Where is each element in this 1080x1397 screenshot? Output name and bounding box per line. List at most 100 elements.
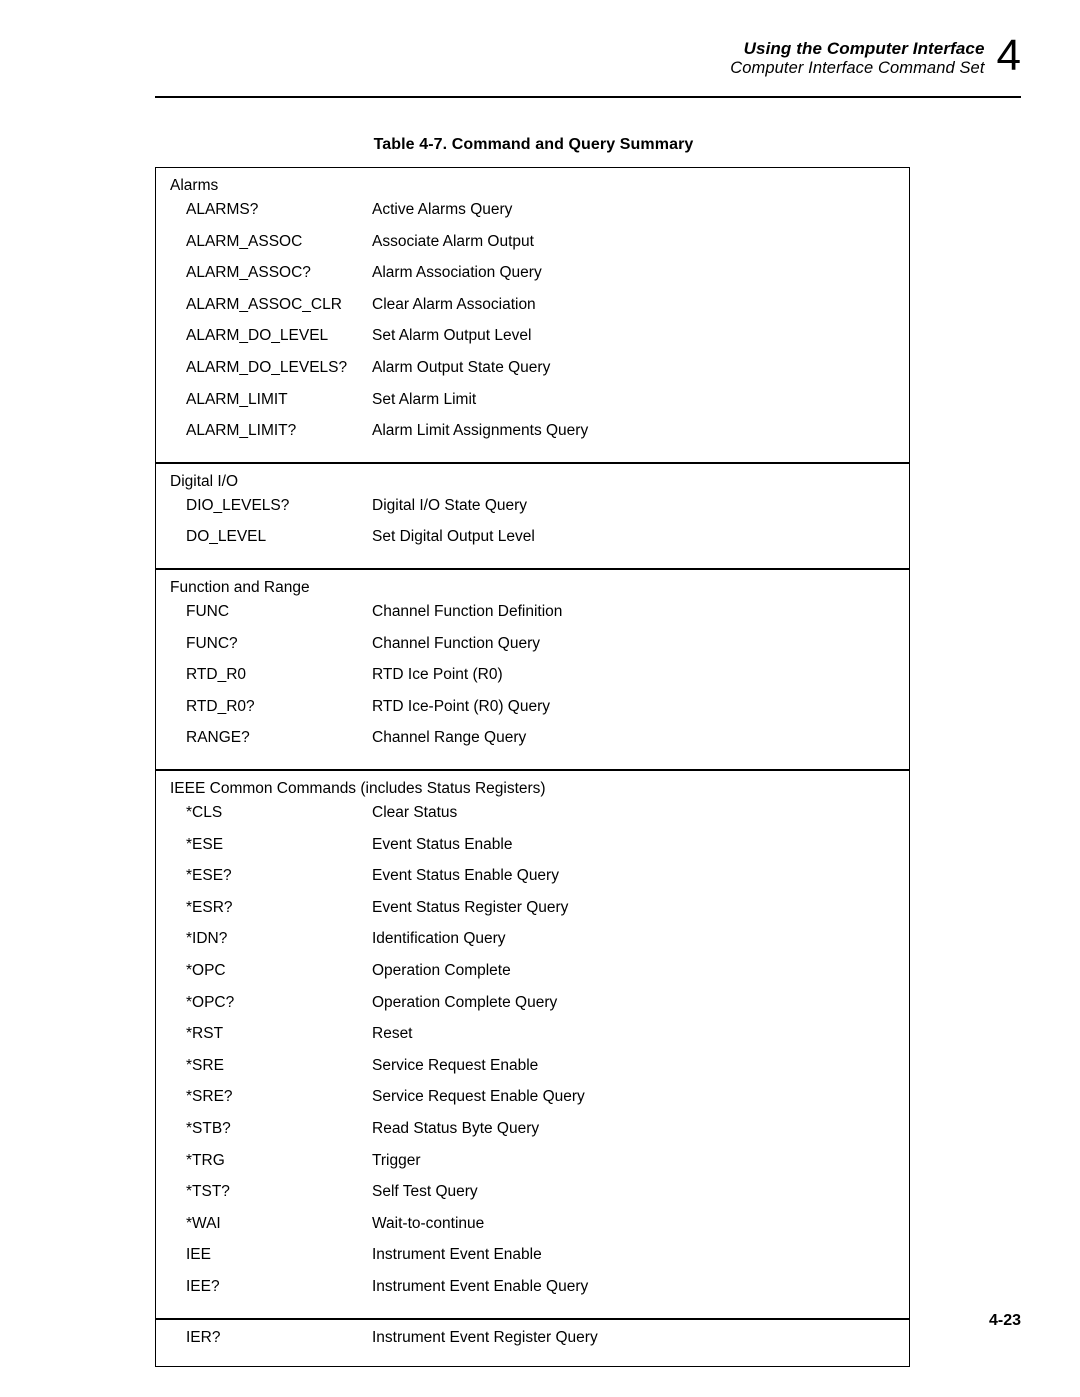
command-name: *OPC [186, 962, 226, 980]
command-description: Operation Complete [372, 962, 511, 980]
command-description: RTD Ice-Point (R0) Query [372, 697, 551, 715]
command-description: Trigger [372, 1151, 421, 1169]
command-description: RTD Ice Point (R0) [372, 666, 503, 684]
command-description: Clear Status [372, 804, 458, 822]
table-row: IEE Instrument Event Enable [156, 1246, 909, 1278]
command-name: *SRE [186, 1056, 224, 1074]
section-rows: *CLS Clear Status *ESE Event Status Enable *… [156, 804, 909, 1318]
command-description: Instrument Event Register Query [372, 1328, 598, 1346]
command-name: ALARM_DO_LEVEL [186, 327, 329, 345]
command-name: RANGE? [186, 729, 250, 747]
command-name: RTD_R0 [186, 666, 247, 684]
command-name: ALARMS? [186, 201, 259, 219]
command-description: Set Digital Output Level [372, 528, 535, 546]
command-name: *ESE [186, 835, 224, 853]
table-row: *OPC? Operation Complete Query [156, 994, 909, 1026]
command-description: Identification Query [372, 930, 506, 948]
command-name: *RST [186, 1025, 224, 1043]
table-row: DIO_LEVELS? Digital I/O State Query [156, 497, 909, 529]
table-section: IEEE Common Commands (includes Status Re… [156, 771, 909, 1320]
command-name: DIO_LEVELS? [186, 496, 290, 514]
command-description: Wait-to-continue [372, 1214, 485, 1232]
command-name: *IDN? [186, 930, 228, 948]
command-query-summary-table: Alarms ALARMS? Active Alarms Query ALARM_AS… [155, 167, 910, 1368]
table-row: *CLS Clear Status [156, 804, 909, 836]
section-rows: DIO_LEVELS? Digital I/O State Query DO_LEV… [156, 497, 909, 568]
command-description: Associate Alarm Output [372, 232, 534, 250]
command-description: Set Alarm Output Level [372, 327, 532, 345]
table-section: Digital I/O DIO_LEVELS? Digital I/O State … [156, 464, 909, 571]
command-description: Event Status Enable Query [372, 867, 559, 885]
table-row: *STB? Read Status Byte Query [156, 1120, 909, 1152]
table-row: *TRG Trigger [156, 1152, 909, 1184]
table-row: *SRE? Service Request Enable Query [156, 1088, 909, 1120]
table-row: *ESR? Event Status Register Query [156, 899, 909, 931]
command-name: *CLS [186, 804, 223, 822]
command-name: ALARM_LIMIT [186, 390, 288, 408]
command-name: *TST? [186, 1183, 230, 1201]
command-description: Event Status Enable [372, 835, 513, 853]
chapter-number: 4 [996, 31, 1021, 80]
table-row: *SRE Service Request Enable [156, 1057, 909, 1089]
table-row: DO_LEVEL Set Digital Output Level [156, 528, 909, 560]
table-section: Function and Range FUNC Channel Function D… [156, 570, 909, 772]
table-row: RTD_R0? RTD Ice-Point (R0) Query [156, 698, 909, 730]
page-number: 4-23 [988, 1312, 1021, 1329]
command-name: *OPC? [186, 993, 235, 1011]
command-description: Clear Alarm Association [372, 295, 536, 313]
table-row: *RST Reset [156, 1025, 909, 1057]
command-name: FUNC? [186, 634, 238, 652]
section-heading: Function and Range [170, 579, 310, 597]
table-row: ALARM_DO_LEVELS? Alarm Output State Query [156, 359, 909, 391]
command-description: Instrument Event Enable [372, 1246, 542, 1264]
command-description: Digital I/O State Query [372, 496, 528, 514]
command-name: IER? [186, 1328, 221, 1346]
command-name: ALARM_ASSOC [186, 232, 303, 250]
command-name: *TRG [186, 1151, 225, 1169]
command-name: ALARM_ASSOC? [186, 264, 311, 282]
table-row: *ESE Event Status Enable [156, 836, 909, 868]
command-name: *SRE? [186, 1088, 233, 1106]
table-row: *ESE? Event Status Enable Query [156, 867, 909, 899]
table-row: FUNC Channel Function Definition [156, 603, 909, 635]
running-head-text: Using the Computer Interface Computer In… [730, 39, 994, 79]
section-heading: IEEE Common Commands (includes Status Re… [170, 780, 546, 798]
command-description: Reset [372, 1025, 413, 1043]
command-description: Operation Complete Query [372, 993, 558, 1011]
command-description: Alarm Association Query [372, 264, 542, 282]
table-row: ALARM_ASSOC Associate Alarm Output [156, 233, 909, 265]
running-head-title: Using the Computer Interface [743, 38, 985, 58]
command-description: Service Request Enable [372, 1056, 539, 1074]
table-row: IER? Instrument Event Register Query [156, 1329, 909, 1361]
table-row: ALARM_LIMIT? Alarm Limit Assignments Quer… [156, 422, 909, 454]
command-name: DO_LEVEL [186, 528, 267, 546]
command-name: RTD_R0? [186, 697, 255, 715]
section-heading: Alarms [170, 177, 219, 194]
table-row: RTD_R0 RTD Ice Point (R0) [156, 666, 909, 698]
table-row: *WAI Wait-to-continue [156, 1215, 909, 1247]
table-row: RANGE? Channel Range Query [156, 729, 909, 761]
command-name: ALARM_DO_LEVELS? [186, 359, 348, 377]
table-row: ALARMS? Active Alarms Query [156, 201, 909, 233]
command-name: IEE [186, 1246, 211, 1264]
command-description: Event Status Register Query [372, 898, 569, 916]
command-name: *ESR? [186, 898, 233, 916]
command-description: Alarm Limit Assignments Query [372, 422, 589, 440]
command-name: *WAI [186, 1214, 221, 1232]
command-name: ALARM_ASSOC_CLR [186, 295, 342, 313]
command-description: Channel Function Definition [372, 603, 563, 621]
table-caption: Table 4-7. Command and Query Summary [373, 136, 694, 153]
table-row: ALARM_ASSOC_CLR Clear Alarm Association [156, 296, 909, 328]
command-description: Channel Function Query [372, 634, 541, 652]
section-rows: ALARMS? Active Alarms Query ALARM_ASSOC Ass… [156, 201, 909, 462]
command-name: IEE? [186, 1278, 220, 1295]
command-description: Service Request Enable Query [372, 1088, 585, 1106]
command-description: Active Alarms Query [372, 201, 513, 219]
command-description: Read Status Byte Query [372, 1120, 540, 1138]
command-description: Self Test Query [372, 1183, 478, 1201]
table-row: ALARM_ASSOC? Alarm Association Query [156, 264, 909, 296]
command-description: Channel Range Query [372, 729, 527, 747]
table-row: ALARM_LIMIT Set Alarm Limit [156, 391, 909, 423]
table-row: IEE? Instrument Event Enable Query [156, 1278, 909, 1310]
command-name: *STB? [186, 1120, 231, 1138]
